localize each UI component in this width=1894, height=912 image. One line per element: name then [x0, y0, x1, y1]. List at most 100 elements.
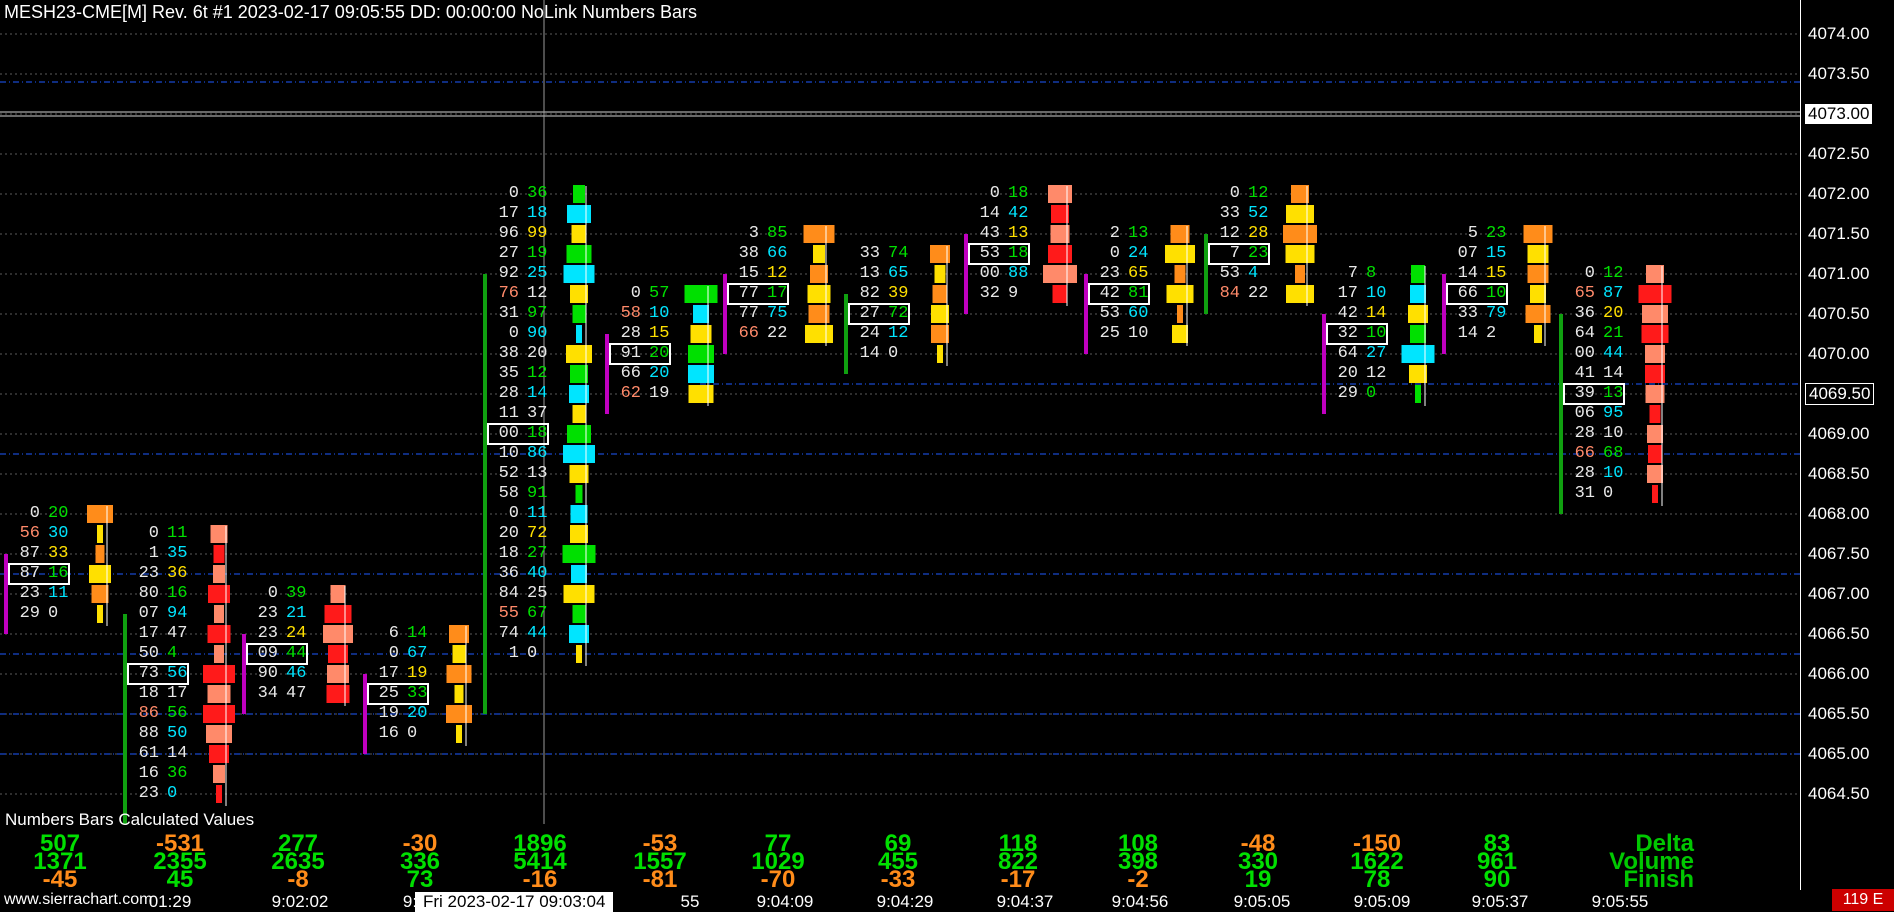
ask-volume-cell: 79	[1486, 304, 1507, 323]
finish-value: -2	[1127, 866, 1149, 893]
side-bar	[363, 674, 367, 754]
finish-value: -81	[642, 866, 678, 893]
profile-bar	[1647, 425, 1663, 443]
price-label: 4064.50	[1808, 784, 1870, 803]
bid-volume-cell: 0	[29, 504, 40, 523]
profile-bar	[214, 645, 224, 663]
ask-volume-cell: 39	[286, 584, 307, 603]
profile-bar	[210, 525, 228, 543]
ask-volume-cell: 95	[1603, 404, 1624, 423]
profile-bar	[1166, 285, 1194, 303]
profile-bar	[684, 285, 718, 303]
ask-volume-cell: 91	[527, 484, 548, 503]
bid-volume-cell: 23	[138, 564, 159, 583]
ask-volume-cell: 44	[527, 624, 548, 643]
profile-bar	[1530, 285, 1546, 303]
ask-volume-cell: 2	[1486, 324, 1497, 343]
bid-volume-cell: 0	[508, 184, 519, 203]
bid-volume-cell: 31	[498, 304, 519, 323]
bid-volume-cell: 77	[738, 304, 759, 323]
profile-bar	[813, 245, 825, 263]
profile-bar	[1415, 385, 1421, 403]
profile-bar	[1534, 325, 1542, 343]
bid-volume-cell: 07	[138, 604, 159, 623]
bid-volume-cell: 23	[257, 604, 278, 623]
ask-volume-cell: 66	[767, 244, 788, 263]
highlighted-cell	[1326, 323, 1388, 345]
side-bar	[123, 614, 127, 854]
profile-bar	[1411, 265, 1425, 283]
ask-volume-cell: 12	[1366, 364, 1387, 383]
price-label: 4073.50	[1808, 64, 1870, 83]
profile-bar	[1052, 285, 1068, 303]
ask-volume-cell: 0	[167, 784, 178, 803]
profile-bar	[693, 305, 709, 323]
time-label: 9:05:55	[1591, 892, 1649, 911]
subgraph-title: Numbers Bars Calculated Values	[5, 810, 255, 829]
finish-value: -16	[522, 866, 558, 893]
price-axis[interactable]: 4074.00 4073.50 4073.00 4072.50 4072.00 4071.…	[1800, 0, 1894, 890]
bid-volume-cell: 36	[1574, 304, 1595, 323]
profile-bar	[1283, 225, 1317, 243]
bid-volume-cell: 0	[1109, 244, 1120, 263]
bid-volume-cell: 0	[148, 524, 159, 543]
bid-volume-cell: 23	[19, 584, 40, 603]
chart-header: MESH23-CME[M] Rev. 6t #1 2023-02-17 09:0…	[4, 2, 697, 22]
ask-volume-cell: 20	[649, 364, 670, 383]
highlighted-cell	[848, 303, 910, 325]
chart-area[interactable]: MESH23-CME[M] Rev. 6t #1 2023-02-17 09:0…	[0, 0, 1800, 892]
time-label: 9:04:29	[876, 892, 934, 911]
profile-bar	[810, 265, 828, 283]
bid-volume-cell: 6	[388, 624, 399, 643]
ask-volume-cell: 14	[1603, 364, 1624, 383]
profile-bar	[688, 345, 714, 363]
highlighted-cell	[1088, 283, 1150, 305]
profile-bar	[454, 685, 464, 703]
countdown-badge: 119 E	[1832, 889, 1894, 911]
ask-volume-cell: 18	[527, 204, 548, 223]
ask-volume-cell: 12	[1603, 264, 1624, 283]
ask-volume-cell: 11	[48, 584, 69, 603]
bid-volume-cell: 14	[1457, 324, 1478, 343]
bid-volume-cell: 23	[138, 784, 159, 803]
profile-bar	[931, 305, 949, 323]
profile-bar	[208, 585, 230, 603]
profile-bar	[1177, 305, 1183, 323]
ask-volume-cell: 56	[167, 704, 188, 723]
ask-volume-cell: 21	[286, 604, 307, 623]
ask-volume-cell: 57	[649, 284, 670, 303]
profile-bar	[1649, 405, 1661, 423]
profile-bar	[567, 425, 591, 443]
profile-bar	[1410, 325, 1426, 343]
bid-volume-cell: 56	[19, 524, 40, 543]
ask-volume-cell: 14	[167, 744, 188, 763]
bid-volume-cell: 14	[1457, 264, 1478, 283]
profile-bar	[330, 585, 346, 603]
bid-volume-cell: 34	[257, 684, 278, 703]
profile-bar	[1291, 185, 1309, 203]
ask-volume-cell: 88	[1008, 264, 1029, 283]
ask-volume-cell: 50	[167, 724, 188, 743]
bid-volume-cell: 5	[1467, 224, 1478, 243]
ask-volume-cell: 17	[167, 684, 188, 703]
bid-volume-cell: 84	[498, 584, 519, 603]
bid-volume-cell: 13	[859, 264, 880, 283]
ask-volume-cell: 27	[1366, 344, 1387, 363]
ask-volume-cell: 20	[48, 504, 69, 523]
price-label: 4069.00	[1808, 424, 1870, 443]
side-bar	[1559, 314, 1563, 514]
ask-volume-cell: 23	[1486, 224, 1507, 243]
profile-bar	[807, 285, 831, 303]
side-bar	[1322, 314, 1326, 414]
price-label: 4071.00	[1808, 264, 1870, 283]
ask-volume-cell: 33	[48, 544, 69, 563]
profile-bar	[213, 545, 225, 563]
profile-bar	[1410, 285, 1426, 303]
profile-bar	[87, 505, 113, 523]
bid-volume-cell: 41	[1574, 364, 1595, 383]
bid-volume-cell: 58	[498, 484, 519, 503]
ask-volume-cell: 8	[1366, 264, 1377, 283]
profile-bar	[805, 325, 833, 343]
profile-bar	[1638, 285, 1672, 303]
price-label: 4067.50	[1808, 544, 1870, 563]
